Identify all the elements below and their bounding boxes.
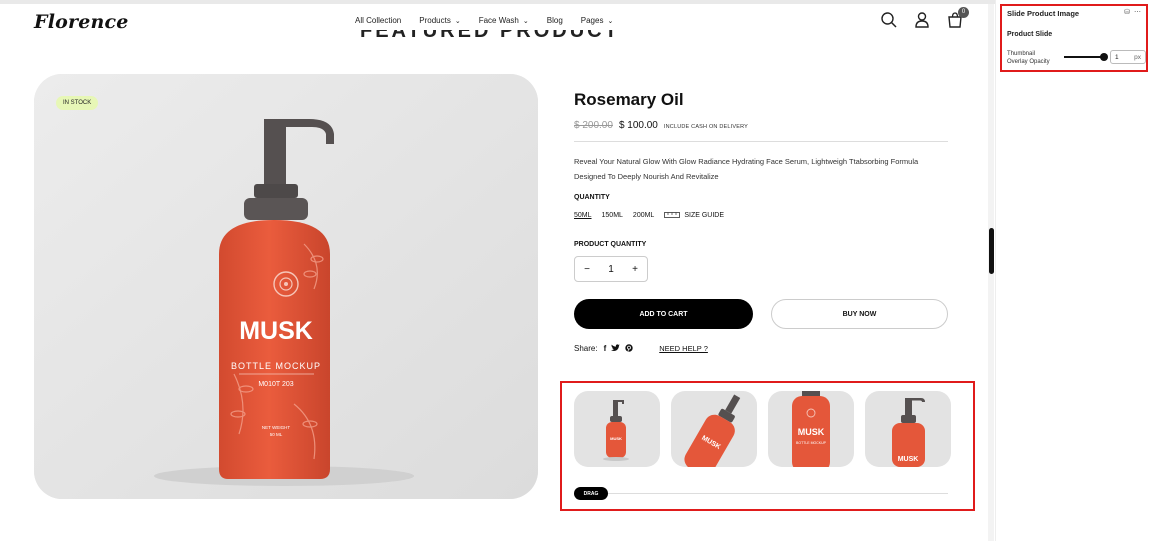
thumbnail-bottle-image: MUSK (684, 394, 741, 467)
nav-item-all-collection[interactable]: All Collection (355, 16, 401, 25)
size-option-150ml[interactable]: 150ML (602, 212, 623, 219)
nav-item-blog[interactable]: Blog (547, 16, 563, 25)
chevron-down-icon: ⌄ (607, 18, 614, 25)
size-options: 50ML 150ML 200ML SIZE GUIDE (574, 211, 948, 219)
search-icon[interactable] (880, 11, 898, 29)
bottle-weight: NET WEIGHT (262, 425, 290, 430)
database-icon[interactable]: ⛁ (1124, 8, 1130, 16)
stock-badge: IN STOCK (56, 96, 99, 110)
quantity-stepper: − 1 + (574, 256, 648, 282)
add-to-cart-button[interactable]: ADD TO CART (574, 299, 753, 329)
price-row: $ 200.00 $ 100.00 INCLUDE CASH ON DELIVE… (574, 120, 948, 131)
quantity-label: QUANTITY (574, 194, 610, 201)
main-nav: All Collection Products ⌄ Face Wash ⌄ Blog… (355, 16, 613, 25)
quantity-value[interactable]: 1 (602, 264, 620, 275)
thumbnail-bottle-image: MUSK (892, 398, 925, 467)
size-guide-label: SIZE GUIDE (684, 211, 725, 219)
product-title: Rosemary Oil (574, 90, 684, 109)
panel-actions: ⛁ ⋯ (1124, 8, 1141, 16)
share-icons: f (604, 344, 634, 353)
cart-count-badge: 0 (958, 7, 969, 18)
bottle-code: M010T 203 (258, 381, 293, 388)
product-image[interactable]: MUSK BOTTLE MOCKUP M010T 203 NET WEIGHT … (34, 74, 538, 499)
thumbnail-bottle-image: MUSK (603, 400, 629, 461)
old-price: $ 200.00 (574, 120, 613, 131)
bottle-subtitle: BOTTLE MOCKUP (231, 361, 321, 371)
need-help-link[interactable]: NEED HELP ? (659, 344, 708, 353)
twitter-icon[interactable] (611, 344, 621, 352)
opacity-unit: px (1134, 53, 1141, 61)
thumbnail-subtitle: BOTTLE MOCKUP (796, 441, 827, 445)
logo[interactable]: Florence (34, 11, 129, 33)
action-buttons: ADD TO CART BUY NOW (574, 299, 948, 329)
thumbnail-4[interactable]: MUSK (865, 391, 951, 467)
price-note: INCLUDE CASH ON DELIVERY (663, 124, 749, 130)
increment-button[interactable]: + (626, 264, 644, 275)
bottle-illustration: MUSK BOTTLE MOCKUP M010T 203 NET WEIGHT … (34, 74, 538, 499)
opacity-field-label: Thumbnail Overlay Opacity (1007, 51, 1050, 65)
thumbnail-2[interactable]: MUSK (671, 391, 757, 467)
thumbnail-slider: MUSK MUSK MUSK BOTTLE MOCKUP MUSK (574, 391, 951, 467)
opacity-value: 1 (1115, 53, 1119, 61)
facebook-icon[interactable]: f (604, 344, 607, 353)
nav-item-face-wash[interactable]: Face Wash ⌄ (479, 16, 529, 25)
header-actions: 0 (880, 7, 969, 29)
opacity-value-input[interactable]: 1 px (1110, 50, 1146, 64)
thumbnail-brand: MUSK (898, 456, 919, 463)
cart-icon[interactable]: 0 (946, 7, 969, 29)
chevron-down-icon: ⌄ (454, 18, 461, 25)
size-guide-link[interactable]: SIZE GUIDE (664, 211, 724, 219)
share-row: Share: f NEED HELP ? (574, 344, 948, 353)
page: Florence All Collection Products ⌄ Face W… (0, 0, 1152, 541)
settings-panel: Slide Product Image ⛁ ⋯ Product Slide Th… (1000, 4, 1148, 72)
settings-column (995, 0, 1152, 541)
new-price: $ 100.00 (618, 120, 658, 131)
size-option-50ml[interactable]: 50ML (574, 212, 592, 219)
bottle-brand: MUSK (239, 317, 313, 345)
opacity-slider-handle[interactable] (1100, 53, 1108, 61)
page-scrollbar-thumb[interactable] (989, 228, 994, 274)
more-options-icon[interactable]: ⋯ (1134, 8, 1141, 16)
thumbnail-1[interactable]: MUSK (574, 391, 660, 467)
panel-subtitle: Product Slide (1007, 31, 1053, 38)
pinterest-icon[interactable] (625, 344, 633, 352)
section-title: FEATURED PRODUCT (360, 30, 620, 39)
product-description: Reveal Your Natural Glow With Glow Radia… (574, 157, 919, 181)
ruler-icon (664, 212, 681, 218)
bottle-volume: 50 ML (270, 432, 283, 437)
size-option-200ml[interactable]: 200ML (633, 212, 654, 219)
drag-scrollbar-track[interactable] (574, 493, 948, 494)
share-label: Share: (574, 344, 598, 353)
nav-item-products[interactable]: Products ⌄ (419, 16, 460, 25)
thumbnail-bottle-image: MUSK BOTTLE MOCKUP (792, 391, 830, 467)
nav-item-pages[interactable]: Pages ⌄ (581, 16, 614, 25)
product-quantity-label: PRODUCT QUANTITY (574, 241, 647, 248)
thumbnail-brand: MUSK (610, 436, 622, 441)
drag-handle[interactable]: DRAG (574, 487, 608, 500)
thumbnail-3[interactable]: MUSK BOTTLE MOCKUP (768, 391, 854, 467)
chevron-down-icon: ⌄ (522, 18, 529, 25)
thumbnail-brand: MUSK (798, 427, 825, 437)
product-info: Rosemary Oil $ 200.00 $ 100.00 INCLUDE C… (574, 90, 948, 353)
buy-now-button[interactable]: BUY NOW (770, 299, 948, 329)
panel-title: Slide Product Image (1007, 9, 1080, 18)
divider (574, 141, 948, 142)
user-icon[interactable] (913, 11, 931, 29)
decrement-button[interactable]: − (578, 264, 596, 275)
opacity-slider-track[interactable] (1064, 56, 1104, 58)
